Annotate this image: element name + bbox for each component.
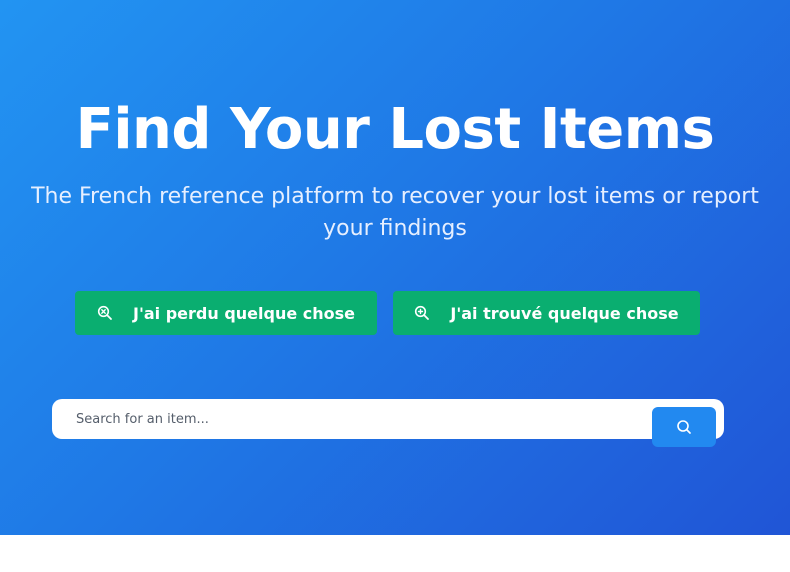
found-item-button-label: J'ai trouvé quelque chose [450,303,679,323]
search-input[interactable] [66,399,636,439]
page-title: Find Your Lost Items [75,97,715,162]
found-item-button[interactable]: J'ai trouvé quelque chose [393,291,700,335]
page-subtitle: The French reference platform to recover… [31,184,759,241]
lost-item-button-label: J'ai perdu quelque chose [133,303,355,323]
search-plus-icon [414,305,430,321]
search-minus-icon [97,305,113,321]
search-bar [52,399,724,439]
hero-section: Find Your Lost Items The French referenc… [0,0,790,535]
search-button[interactable] [652,407,716,447]
search-icon [676,419,692,435]
lost-item-button[interactable]: J'ai perdu quelque chose [75,291,377,335]
